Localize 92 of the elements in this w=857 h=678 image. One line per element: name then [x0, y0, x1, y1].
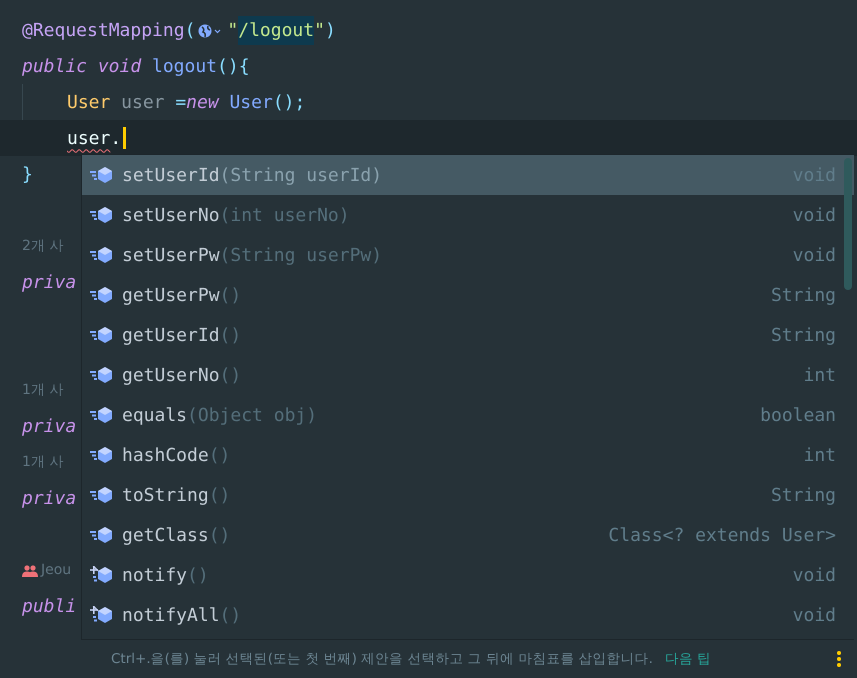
string-quote: " — [314, 20, 325, 40]
method-name: hashCode — [122, 444, 209, 466]
keyword: priva — [22, 488, 76, 508]
method-parameters: (String userPw) — [220, 244, 382, 266]
completion-item[interactable]: toString() String — [82, 475, 854, 515]
method-name: toString — [122, 484, 209, 506]
punctuation: (); — [272, 92, 306, 112]
return-type: String — [770, 284, 836, 306]
method-icon — [90, 526, 114, 544]
hint-text: Ctrl+.을(를) 눌러 선택된(또는 첫 번째) 제안을 선택하고 그 뒤에 마침표를 삽입합니다. — [111, 650, 653, 668]
method-parameters: (int userNo) — [220, 204, 350, 226]
annotation-text: @RequestMapping — [22, 20, 185, 40]
return-type: String — [770, 324, 836, 346]
completion-item[interactable]: getClass() Class<? extends User> — [82, 515, 854, 555]
method-parameters: () — [220, 364, 242, 386]
pinned-method-icon — [90, 606, 114, 624]
inlay-hint: 1개 사 — [22, 453, 64, 471]
method-parameters: (String userId) — [220, 164, 382, 186]
method-icon — [90, 486, 114, 504]
keyword: priva — [22, 272, 76, 292]
keyword: void — [98, 56, 142, 76]
completion-item[interactable]: equals(Object obj) boolean — [82, 395, 854, 435]
method-name: getUserNo — [122, 364, 220, 386]
completion-item[interactable]: getUserPw() String — [82, 275, 854, 315]
scrollbar-thumb[interactable] — [844, 158, 852, 290]
return-type: void — [792, 564, 836, 586]
completion-item[interactable]: setUserPw(String userPw) void — [82, 235, 854, 275]
return-type: int — [802, 364, 836, 386]
keyword: public — [22, 56, 88, 76]
method-icon — [90, 326, 114, 344]
return-type: void — [792, 604, 836, 626]
return-type: boolean — [759, 404, 836, 426]
completion-item[interactable]: hashCode() int — [82, 435, 854, 475]
completion-item[interactable]: getUserNo() int — [82, 355, 854, 395]
punctuation: = — [175, 92, 186, 112]
method-name: equals — [122, 404, 188, 426]
inlay-hint: Jeou — [41, 562, 72, 578]
completion-item[interactable]: setUserNo(int userNo) void — [82, 195, 854, 235]
method-parameters: () — [220, 284, 242, 306]
completion-item[interactable]: notify() void — [82, 555, 854, 595]
method-icon — [90, 446, 114, 464]
method-icon — [90, 246, 114, 264]
method-name: notifyAll — [122, 604, 220, 626]
inlay-hint: 1개 사 — [22, 381, 64, 399]
punctuation: (){ — [217, 56, 250, 76]
return-type: Class<? extends User> — [607, 524, 836, 546]
keyword: priva — [22, 416, 76, 436]
method-parameters: () — [220, 324, 242, 346]
string-literal: /logout — [238, 16, 314, 44]
method-name: setUserId — [122, 164, 220, 186]
method-name: getClass — [122, 524, 209, 546]
method-parameters: () — [208, 444, 230, 466]
method-name: getUserId — [122, 324, 220, 346]
globe-icon[interactable] — [197, 22, 224, 39]
return-type: void — [792, 204, 836, 226]
inlay-hint: 2개 사 — [22, 237, 64, 255]
completion-item[interactable]: getUserId() String — [82, 315, 854, 355]
unresolved-variable: user — [67, 128, 110, 148]
punctuation: ) — [324, 20, 336, 40]
punctuation: ( — [184, 20, 196, 40]
keyword: publi — [22, 596, 76, 616]
method-icon — [90, 206, 114, 224]
punctuation: } — [22, 164, 33, 184]
method-name: getUserPw — [122, 284, 220, 306]
method-parameters: () — [208, 484, 230, 506]
method-parameters: () — [187, 564, 209, 586]
text-caret — [123, 127, 126, 149]
method-parameters: (Object obj) — [187, 404, 318, 426]
method-name: setUserNo — [122, 204, 220, 226]
return-type: int — [802, 444, 836, 466]
method-name: notify — [122, 564, 188, 586]
method-name: setUserPw — [122, 244, 220, 266]
string-quote: " — [227, 20, 238, 40]
completion-item[interactable]: notifyAll() void — [82, 595, 854, 635]
pinned-method-icon — [90, 566, 114, 584]
variable-name: user — [121, 92, 165, 112]
method-parameters: () — [208, 524, 230, 546]
method-icon — [90, 406, 114, 424]
next-tip-link[interactable]: 다음 팁 — [664, 650, 712, 668]
method-icon — [90, 286, 114, 304]
people-icon — [22, 564, 38, 577]
method-icon — [90, 366, 114, 384]
keyword: new — [186, 92, 219, 112]
method-icon — [90, 166, 114, 184]
dot-operator: . — [110, 128, 122, 148]
more-options-icon[interactable] — [837, 651, 841, 667]
method-parameters: () — [220, 604, 242, 626]
constructor-call: User — [229, 92, 273, 112]
return-type: String — [770, 484, 836, 506]
return-type: void — [792, 244, 836, 266]
type-name: User — [67, 92, 110, 112]
method-name: logout — [152, 56, 218, 76]
